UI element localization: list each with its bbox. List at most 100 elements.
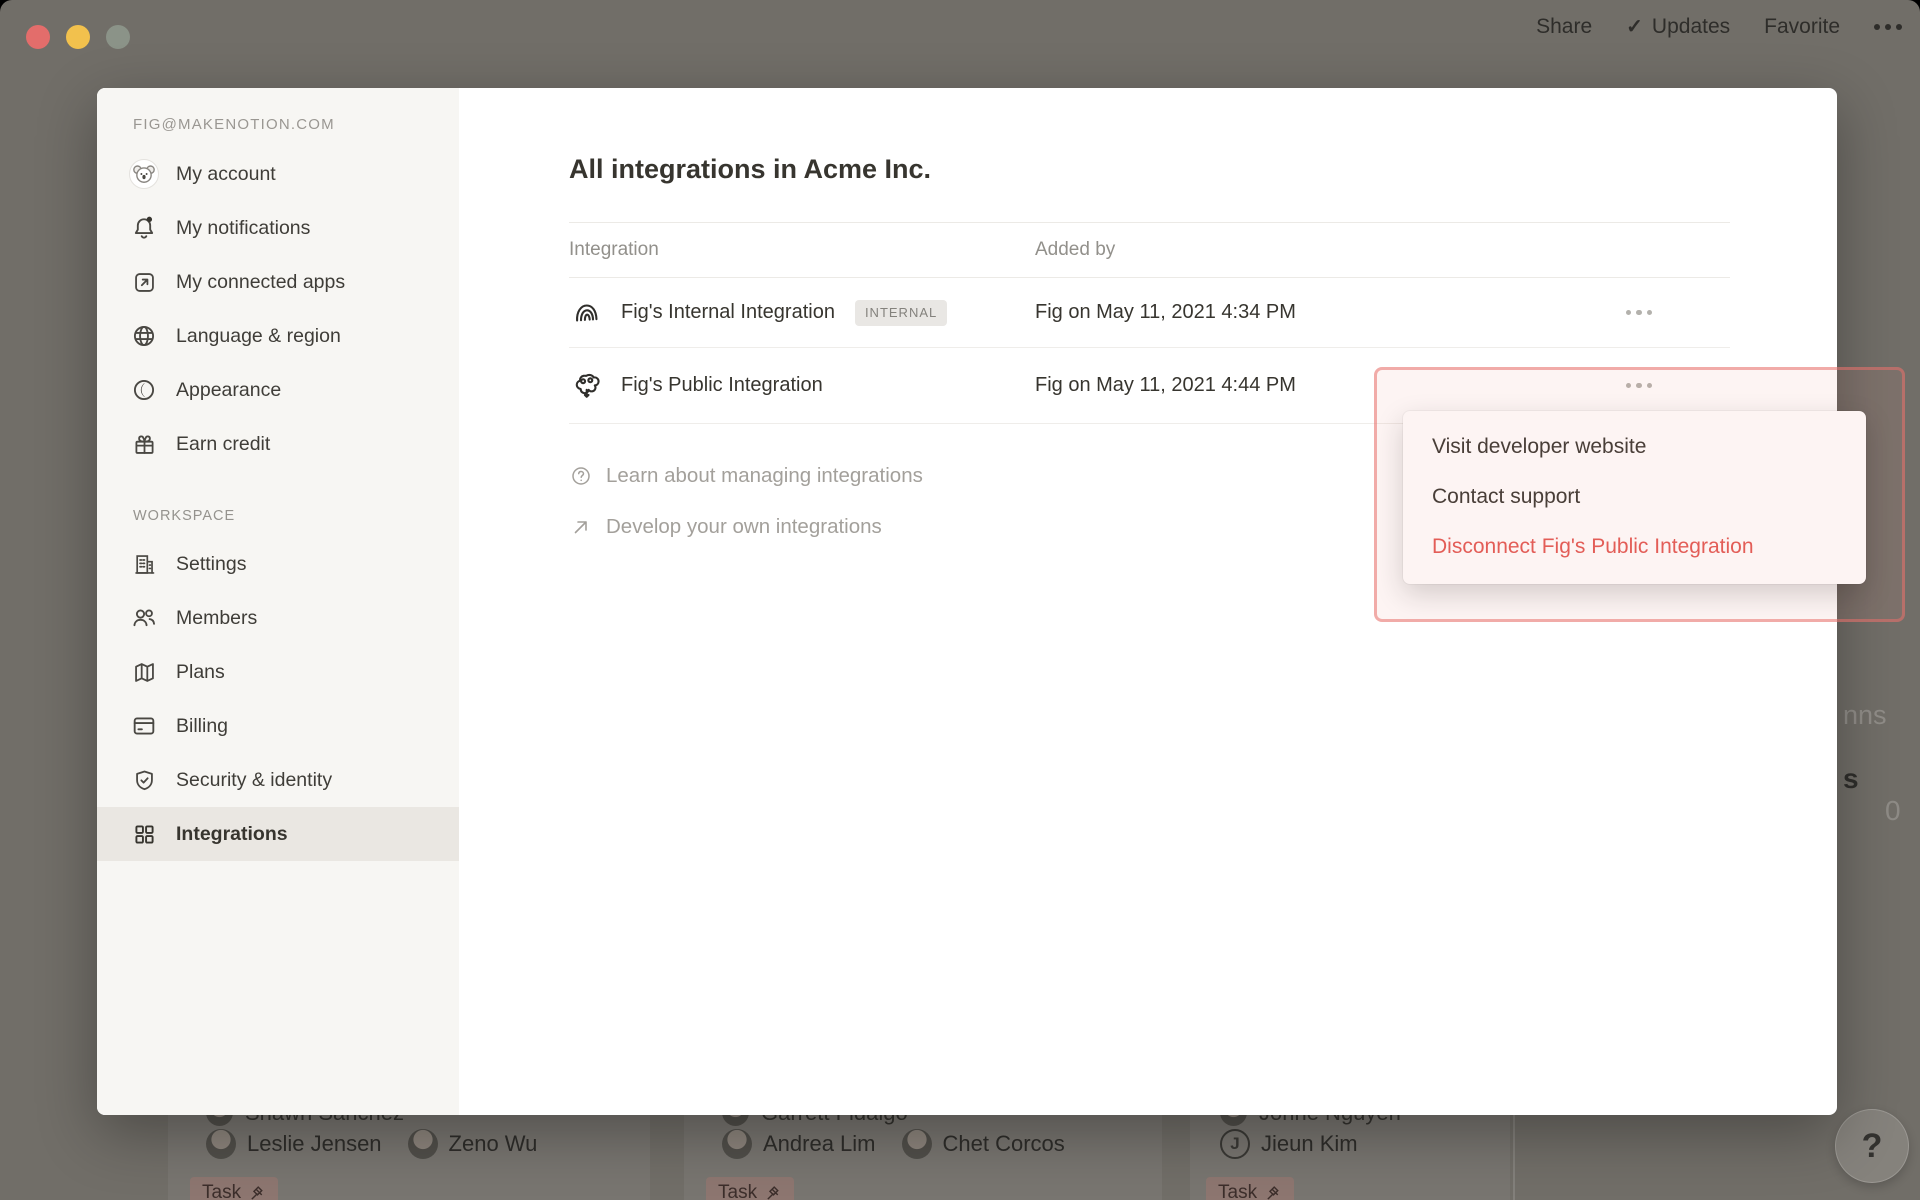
- help-label: ?: [1862, 1127, 1883, 1166]
- menu-item-disconnect-integration[interactable]: Disconnect Fig's Public Integration: [1403, 522, 1866, 572]
- develop-integrations-link[interactable]: Develop your own integrations: [569, 515, 882, 539]
- background-text-fragment: nns: [1843, 700, 1887, 731]
- external-link-icon: [129, 267, 159, 297]
- check-icon: ✓: [1626, 14, 1643, 39]
- person-name: Chet Corcos: [943, 1131, 1065, 1157]
- sidebar-item-appearance[interactable]: Appearance: [97, 363, 459, 417]
- share-button[interactable]: Share: [1536, 15, 1592, 39]
- person-name: Andrea Lim: [763, 1131, 876, 1157]
- favorite-label: Favorite: [1764, 15, 1840, 39]
- person-name: Zeno Wu: [449, 1131, 538, 1157]
- credit-card-icon: [129, 711, 159, 741]
- avatar-monogram: J: [1220, 1129, 1250, 1159]
- minimize-button[interactable]: [66, 25, 90, 49]
- added-by-value: Fig on May 11, 2021 4:34 PM: [1035, 301, 1296, 324]
- sidebar-item-language-region[interactable]: Language & region: [97, 309, 459, 363]
- sidebar-item-label: Plans: [176, 661, 225, 684]
- sidebar-item-plans[interactable]: Plans: [97, 645, 459, 699]
- sidebar-item-label: Billing: [176, 715, 228, 738]
- koala-avatar-icon: [129, 159, 159, 189]
- settings-sidebar: FIG@MAKENOTION.COM My account: [97, 88, 459, 1115]
- window-controls: [26, 25, 130, 49]
- row-more-options-icon[interactable]: [1626, 310, 1653, 316]
- sidebar-item-integrations[interactable]: Integrations: [97, 807, 459, 861]
- sidebar-item-my-connected-apps[interactable]: My connected apps: [97, 255, 459, 309]
- people-icon: [129, 603, 159, 633]
- member: J Jieun Kim: [1220, 1129, 1358, 1159]
- settings-dialog: FIG@MAKENOTION.COM My account: [97, 88, 1837, 1115]
- share-label: Share: [1536, 15, 1592, 39]
- member: Leslie Jensen: [206, 1129, 382, 1159]
- sidebar-item-label: My connected apps: [176, 271, 345, 294]
- internal-badge: INTERNAL: [855, 300, 947, 326]
- sidebar-item-security-identity[interactable]: Security & identity: [97, 753, 459, 807]
- hammer-icon: [1265, 1185, 1282, 1200]
- hammer-icon: [765, 1185, 782, 1200]
- shield-check-icon: [129, 765, 159, 795]
- menu-item-contact-support[interactable]: Contact support: [1403, 472, 1866, 522]
- sidebar-item-label: My account: [176, 163, 276, 186]
- integration-name: Fig's Internal Integration: [621, 301, 835, 324]
- topbar-actions: Share ✓ Updates Favorite: [1536, 14, 1902, 39]
- sidebar-item-label: Appearance: [176, 379, 281, 402]
- updates-button[interactable]: ✓ Updates: [1626, 14, 1730, 39]
- page-title: All integrations in Acme Inc.: [569, 154, 931, 185]
- link-label: Learn about managing integrations: [606, 464, 923, 488]
- member: Zeno Wu: [408, 1129, 538, 1159]
- integration-cell: Fig's Public Integration: [569, 368, 1035, 404]
- background-text-fragment: s 0: [1843, 763, 1920, 827]
- board-column-divider: [1513, 1113, 1515, 1200]
- building-icon: [129, 549, 159, 579]
- grid-icon: [129, 819, 159, 849]
- zoom-button[interactable]: [106, 25, 130, 49]
- palette-doodle-icon: [569, 368, 605, 404]
- tag-label: Task: [718, 1182, 757, 1200]
- more-options-icon[interactable]: [1874, 24, 1902, 30]
- globe-icon: [129, 321, 159, 351]
- sidebar-item-label: My notifications: [176, 217, 310, 240]
- favorite-button[interactable]: Favorite: [1764, 15, 1840, 39]
- table-row: Fig's Internal Integration INTERNAL Fig …: [569, 278, 1730, 348]
- integration-context-menu: Visit developer website Contact support …: [1403, 411, 1866, 584]
- task-tag: Task: [706, 1177, 794, 1200]
- card-members-row: J Jieun Kim: [1220, 1129, 1372, 1159]
- sidebar-item-label: Language & region: [176, 325, 341, 348]
- account-email: FIG@MAKENOTION.COM: [97, 116, 459, 147]
- bell-icon: [129, 213, 159, 243]
- link-label: Develop your own integrations: [606, 515, 882, 539]
- tag-label: Task: [1218, 1182, 1257, 1200]
- sidebar-item-my-notifications[interactable]: My notifications: [97, 201, 459, 255]
- workspace-section-header: WORKSPACE: [97, 495, 459, 537]
- hammer-icon: [249, 1185, 266, 1200]
- help-button[interactable]: ?: [1835, 1109, 1909, 1183]
- added-by-value: Fig on May 11, 2021 4:44 PM: [1035, 374, 1296, 397]
- arrow-up-right-icon: [569, 515, 593, 539]
- sidebar-item-settings[interactable]: Settings: [97, 537, 459, 591]
- sidebar-item-label: Members: [176, 607, 257, 630]
- updates-label: Updates: [1652, 15, 1730, 39]
- menu-item-visit-developer-website[interactable]: Visit developer website: [1403, 422, 1866, 472]
- column-header-integration: Integration: [569, 239, 1035, 261]
- avatar: [206, 1129, 236, 1159]
- task-tag: Task: [190, 1177, 278, 1200]
- sidebar-item-members[interactable]: Members: [97, 591, 459, 645]
- tag-label: Task: [202, 1182, 241, 1200]
- card-members-row: Leslie Jensen Zeno Wu: [206, 1129, 551, 1159]
- person-name: Jieun Kim: [1261, 1131, 1358, 1157]
- sidebar-item-billing[interactable]: Billing: [97, 699, 459, 753]
- member: Chet Corcos: [902, 1129, 1065, 1159]
- close-button[interactable]: [26, 25, 50, 49]
- moon-icon: [129, 375, 159, 405]
- member: Andrea Lim: [722, 1129, 876, 1159]
- sidebar-item-label: Integrations: [176, 823, 288, 846]
- avatar: [408, 1129, 438, 1159]
- fragment-count: 0: [1885, 795, 1901, 826]
- task-tag: Task: [1206, 1177, 1294, 1200]
- rainbow-doodle-icon: [569, 295, 605, 331]
- sidebar-item-my-account[interactable]: My account: [97, 147, 459, 201]
- sidebar-item-label: Security & identity: [176, 769, 332, 792]
- learn-integrations-link[interactable]: Learn about managing integrations: [569, 464, 923, 488]
- row-more-options-icon[interactable]: [1626, 383, 1653, 389]
- sidebar-item-earn-credit[interactable]: Earn credit: [97, 417, 459, 471]
- map-icon: [129, 657, 159, 687]
